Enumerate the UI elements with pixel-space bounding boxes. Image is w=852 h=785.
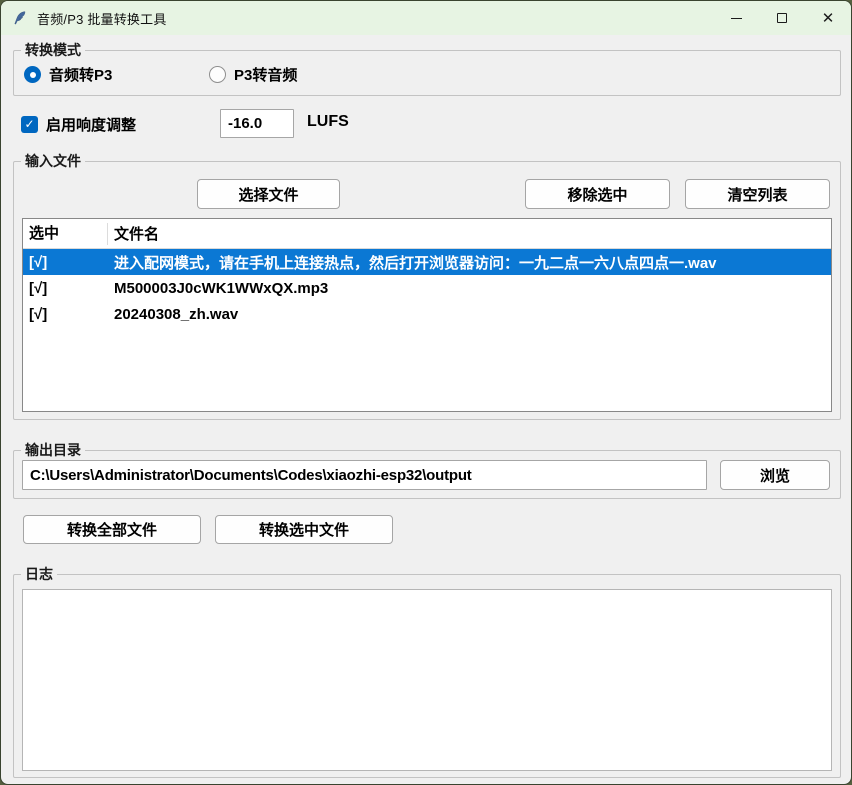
row-filename-cell: M500003J0cWK1WWxQX.mp3 <box>108 280 831 297</box>
maximize-icon <box>777 13 787 23</box>
header-checked-column[interactable]: 选中 <box>23 223 108 245</box>
clear-list-button[interactable]: 清空列表 <box>685 179 830 209</box>
mode-radio-row: 音频转P3 P3转音频 <box>24 64 297 85</box>
window-controls: ✕ <box>713 1 851 35</box>
loudness-row: ✓ 启用响度调整 LUFS <box>21 109 831 139</box>
loudness-checkbox[interactable]: ✓ <box>21 116 38 133</box>
remove-selected-button[interactable]: 移除选中 <box>525 179 670 209</box>
minimize-button[interactable] <box>713 1 759 35</box>
convert-selected-button[interactable]: 转换选中文件 <box>215 515 393 544</box>
header-filename-column[interactable]: 文件名 <box>108 223 831 244</box>
row-checked-cell: [√] <box>23 254 108 271</box>
check-icon: ✓ <box>24 118 34 130</box>
row-checked-cell: [√] <box>23 306 108 323</box>
file-table-header: 选中 文件名 <box>23 219 831 249</box>
window-title: 音频/P3 批量转换工具 <box>37 9 167 28</box>
output-dir-groupframe: 输出目录 浏览 <box>13 450 841 499</box>
browse-button[interactable]: 浏览 <box>720 460 830 490</box>
radio-audio-to-p3-label: 音频转P3 <box>49 64 112 85</box>
input-files-label: 输入文件 <box>21 152 85 171</box>
radio-p3-to-audio[interactable]: P3转音频 <box>209 64 297 85</box>
radio-p3-to-audio-label: P3转音频 <box>234 64 297 85</box>
title-bar: 音频/P3 批量转换工具 ✕ <box>1 1 851 35</box>
lufs-value-input[interactable] <box>220 109 294 138</box>
loudness-checkbox-label: 启用响度调整 <box>46 114 136 135</box>
select-files-button[interactable]: 选择文件 <box>197 179 340 209</box>
maximize-button[interactable] <box>759 1 805 35</box>
log-groupframe: 日志 <box>13 574 841 778</box>
radio-unselected-icon <box>209 66 226 83</box>
table-row[interactable]: [√] M500003J0cWK1WWxQX.mp3 <box>23 275 831 301</box>
row-checked-cell: [√] <box>23 280 108 297</box>
mode-group-label: 转换模式 <box>21 41 85 60</box>
python-feather-icon <box>12 10 28 26</box>
row-filename-cell: 20240308_zh.wav <box>108 306 831 323</box>
log-label: 日志 <box>21 565 57 584</box>
table-row[interactable]: [√] 进入配网模式，请在手机上连接热点，然后打开浏览器访问：一九二点一六八点四… <box>23 249 831 275</box>
log-textarea[interactable] <box>22 589 832 771</box>
table-row[interactable]: [√] 20240308_zh.wav <box>23 301 831 327</box>
close-icon: ✕ <box>822 11 835 26</box>
row-filename-cell: 进入配网模式，请在手机上连接热点，然后打开浏览器访问：一九二点一六八点四点一.w… <box>108 252 831 273</box>
app-window: 音频/P3 批量转换工具 ✕ 转换模式 音频转P3 P3转音频 ✓ 启用响度调整… <box>0 0 852 785</box>
convert-all-button[interactable]: 转换全部文件 <box>23 515 201 544</box>
radio-audio-to-p3[interactable]: 音频转P3 <box>24 64 209 85</box>
output-dir-label: 输出目录 <box>21 441 85 460</box>
close-button[interactable]: ✕ <box>805 1 851 35</box>
radio-selected-icon <box>24 66 41 83</box>
file-table: 选中 文件名 [√] 进入配网模式，请在手机上连接热点，然后打开浏览器访问：一九… <box>22 218 832 412</box>
output-dir-input[interactable] <box>22 460 707 490</box>
lufs-unit-label: LUFS <box>307 113 349 131</box>
mode-groupframe: 转换模式 音频转P3 P3转音频 <box>13 50 841 96</box>
minimize-icon <box>731 18 742 19</box>
input-files-groupframe: 输入文件 选择文件 移除选中 清空列表 选中 文件名 [√] 进入配网模式，请在… <box>13 161 841 420</box>
